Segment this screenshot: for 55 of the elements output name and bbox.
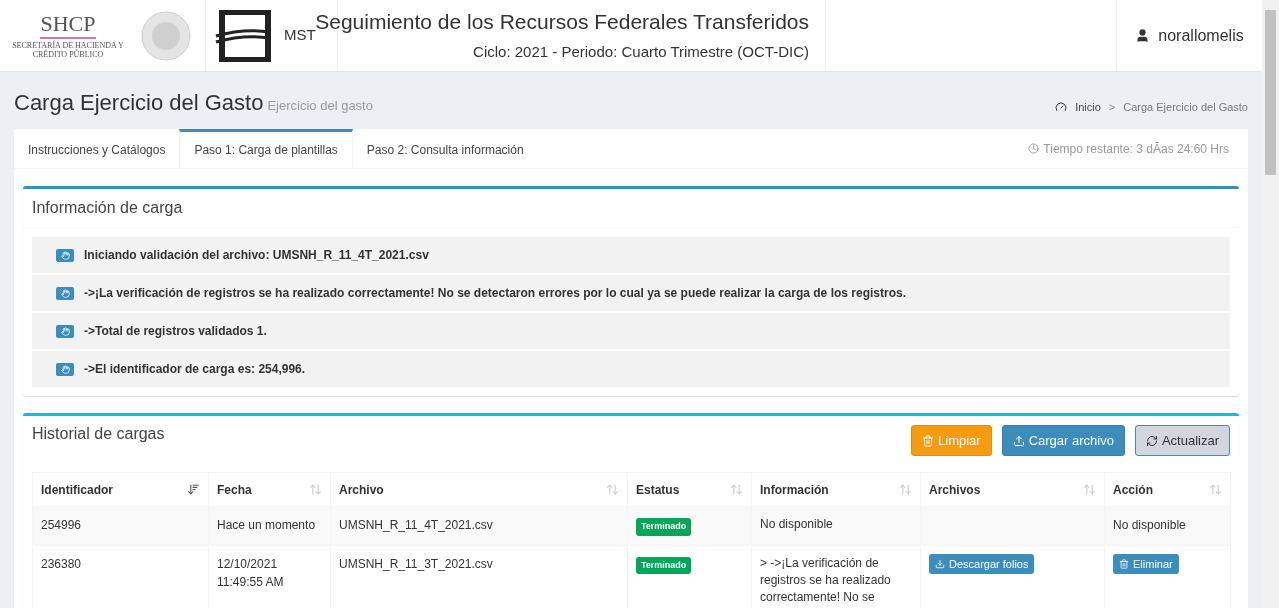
panel-title: Información de carga — [32, 199, 183, 216]
user-menu[interactable]: norallomelis — [1135, 23, 1244, 48]
toolbar-button[interactable]: Cargar archivo — [1001, 425, 1125, 456]
log-message: Iniciando validación del archivo: UMSNH_R_11_4T_2021.csv — [84, 247, 429, 264]
column-header[interactable]: Información — [751, 472, 921, 507]
breadcrumb-link[interactable]: Carga Ejercicio del Gasto — [1123, 98, 1248, 115]
column-header[interactable]: Estatus — [627, 472, 752, 507]
user-icon — [1135, 28, 1151, 43]
column-header[interactable]: Acción — [1104, 472, 1231, 507]
coat-of-arms-drawing — [140, 9, 192, 62]
page-subtitle: Ejercicio del gasto — [267, 97, 373, 115]
system-logo-icon — [214, 9, 272, 62]
breadcrumb-separator: > — [1108, 99, 1116, 115]
column-header[interactable]: Identificador — [32, 472, 209, 507]
cycle-period: Ciclo: 2021 - Periodo: Cuarto Trimestre (OCT-DIC) — [473, 41, 809, 62]
log-message: ->El identificador de carga es: 254,996. — [84, 361, 306, 378]
tab[interactable]: Paso 2: Consulta información — [352, 129, 538, 168]
status-badge: Terminado — [636, 518, 692, 536]
pointing-hand-icon — [56, 248, 74, 262]
panel-title: Historial de cargas — [32, 424, 165, 444]
clock-icon — [1028, 143, 1040, 154]
upload-icon — [1012, 434, 1025, 447]
table-cell: Hace un momento — [208, 506, 331, 545]
toolbar-button[interactable]: Actualizar — [1134, 425, 1230, 456]
status-badge: Terminado — [636, 556, 692, 574]
refresh-icon — [1145, 434, 1158, 447]
agency-subtitle: SECRETARÍA DE HACIENDA Y CRÉDITO PÚBLICO — [11, 40, 125, 59]
breadcrumb-link[interactable]: Inicio — [1075, 98, 1101, 115]
page-title: Carga Ejercicio del Gasto — [14, 89, 264, 117]
log-message: ->¡La verificación de registros se ha realizado correctamente! No se detectaron errores por lo cual ya se puede realizar la carga de los registros. — [84, 285, 906, 302]
delete-button[interactable]: Eliminar — [1113, 553, 1179, 574]
table-cell: 254996 — [32, 506, 209, 545]
time-remaining: Tiempo restante: 3 dÃas 24:60 Hrs — [1043, 140, 1229, 158]
app-title: Seguimiento de los Recursos Federales Transferidos — [315, 8, 809, 33]
pointing-hand-icon — [56, 324, 74, 338]
column-header[interactable]: Archivos — [920, 472, 1105, 507]
table-cell: No disponible — [751, 506, 921, 545]
pointing-hand-icon — [56, 362, 74, 376]
table-cell: 236380 — [32, 545, 209, 608]
table-cell: UMSNH_R_11_4T_2021.csv — [330, 506, 628, 545]
tab[interactable]: Paso 1: Carga de plantillas — [179, 129, 353, 168]
log-message: ->Total de registros validados 1. — [84, 323, 267, 340]
table-cell-text: No disponible — [1113, 517, 1187, 534]
column-header[interactable]: Archivo — [330, 472, 628, 507]
system-logo-text: MST — [284, 26, 316, 46]
column-header[interactable]: Fecha — [208, 472, 331, 507]
scrollbar[interactable] — [1262, 0, 1279, 608]
tab[interactable]: Instrucciones y Catálogos — [14, 129, 180, 168]
dashboard-icon — [1055, 100, 1068, 113]
download-button[interactable]: Descargar folios — [929, 553, 1035, 574]
pointing-hand-icon — [56, 286, 74, 300]
download-icon — [935, 558, 945, 569]
agency-logo-text: SHCP — [40, 12, 96, 39]
trash-icon — [922, 434, 935, 447]
trash-icon — [1119, 558, 1129, 569]
